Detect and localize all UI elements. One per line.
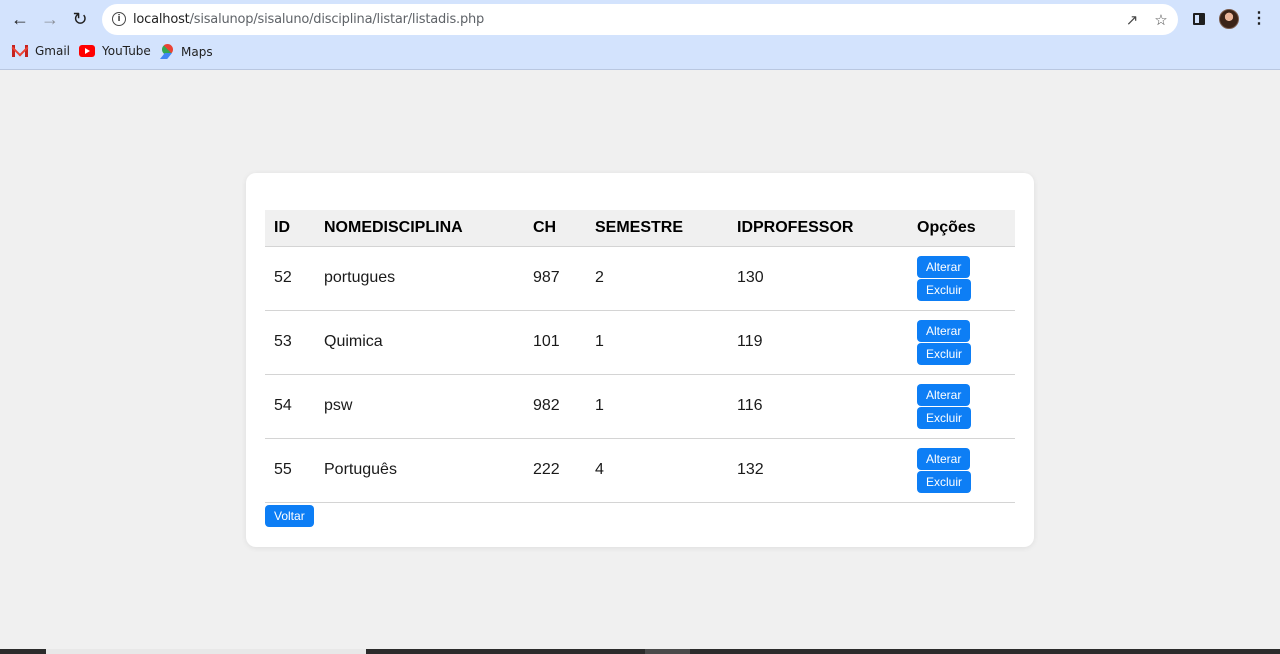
address-bar[interactable]: i localhost/sisalunop/sisaluno/disciplin… bbox=[102, 4, 1178, 35]
cell-idprofessor: 130 bbox=[728, 246, 908, 311]
excluir-button[interactable]: Excluir bbox=[917, 470, 972, 493]
header-ch: CH bbox=[524, 210, 586, 247]
url-host: localhost bbox=[133, 12, 190, 27]
arrow-right-icon: → bbox=[41, 8, 59, 29]
bookmark-gmail[interactable]: Gmail bbox=[12, 44, 70, 58]
cell-idprofessor: 119 bbox=[728, 310, 908, 375]
header-nomedisciplina: NOMEDISCIPLINA bbox=[315, 210, 524, 247]
alterar-button[interactable]: Alterar bbox=[917, 383, 971, 406]
table-row: 53 Quimica 101 1 119 Alterar Excluir bbox=[265, 310, 1015, 375]
arrow-left-icon: ← bbox=[11, 8, 29, 29]
kebab-menu-icon: ⋮ bbox=[1251, 10, 1267, 27]
cell-id: 54 bbox=[265, 374, 315, 439]
browser-chrome: ← → ↻ i localhost/sisalunop/sisaluno/dis… bbox=[0, 0, 1280, 70]
bookmark-star-icon[interactable]: ☆ bbox=[1153, 12, 1169, 29]
table-row: 55 Português 222 4 132 Alterar Excluir bbox=[265, 438, 1015, 503]
reload-icon: ↻ bbox=[72, 8, 88, 29]
cell-ch: 101 bbox=[524, 310, 586, 375]
cell-semestre: 2 bbox=[586, 246, 728, 311]
cell-nome: Quimica bbox=[315, 310, 524, 375]
side-panel-button[interactable] bbox=[1189, 9, 1209, 29]
reload-button[interactable]: ↻ bbox=[69, 8, 91, 30]
header-idprofessor: IDPROFESSOR bbox=[728, 210, 908, 247]
table-row: 52 portugues 987 2 130 Alterar Excluir bbox=[265, 246, 1015, 311]
bookmark-youtube[interactable]: YouTube bbox=[79, 44, 151, 58]
table-header-row: ID NOMEDISCIPLINA CH SEMESTRE IDPROFESSO… bbox=[265, 210, 1015, 247]
bookmark-label: Maps bbox=[181, 45, 213, 59]
avatar bbox=[1219, 9, 1239, 29]
youtube-icon bbox=[79, 45, 95, 57]
cell-semestre: 4 bbox=[586, 438, 728, 503]
profile-button[interactable] bbox=[1219, 9, 1239, 29]
cell-nome: portugues bbox=[315, 246, 524, 311]
header-opcoes: Opções bbox=[908, 210, 1015, 247]
cell-nome: Português bbox=[315, 438, 524, 503]
cell-ch: 987 bbox=[524, 246, 586, 311]
cell-ch: 982 bbox=[524, 374, 586, 439]
cell-options: Alterar Excluir bbox=[908, 246, 1015, 311]
cell-nome: psw bbox=[315, 374, 524, 439]
info-icon[interactable]: i bbox=[112, 12, 126, 26]
back-button[interactable]: ← bbox=[9, 8, 31, 30]
alterar-button[interactable]: Alterar bbox=[917, 447, 971, 470]
voltar-button[interactable]: Voltar bbox=[265, 505, 314, 527]
table-row: 54 psw 982 1 116 Alterar Excluir bbox=[265, 374, 1015, 439]
share-icon[interactable]: ↗ bbox=[1124, 12, 1140, 29]
maps-icon bbox=[159, 41, 176, 60]
bookmarks-bar: Gmail YouTube Maps bbox=[0, 40, 1280, 64]
disciplinas-table: ID NOMEDISCIPLINA CH SEMESTRE IDPROFESSO… bbox=[265, 210, 1015, 503]
cell-ch: 222 bbox=[524, 438, 586, 503]
forward-button[interactable]: → bbox=[39, 8, 61, 30]
cell-semestre: 1 bbox=[586, 310, 728, 375]
side-panel-icon bbox=[1193, 13, 1205, 25]
cell-id: 53 bbox=[265, 310, 315, 375]
alterar-button[interactable]: Alterar bbox=[917, 255, 971, 278]
bookmark-label: Gmail bbox=[35, 44, 71, 58]
header-id: ID bbox=[265, 210, 315, 247]
cell-options: Alterar Excluir bbox=[908, 310, 1015, 375]
header-semestre: SEMESTRE bbox=[586, 210, 728, 247]
url-path: /sisalunop/sisaluno/disciplina/listar/li… bbox=[189, 12, 485, 27]
cell-idprofessor: 132 bbox=[728, 438, 908, 503]
cell-id: 55 bbox=[265, 438, 315, 503]
gmail-icon bbox=[12, 45, 28, 57]
taskbar-active-app[interactable] bbox=[645, 649, 690, 654]
taskbar-search-box[interactable] bbox=[46, 649, 366, 654]
disciplinas-card: ID NOMEDISCIPLINA CH SEMESTRE IDPROFESSO… bbox=[246, 173, 1034, 547]
excluir-button[interactable]: Excluir bbox=[917, 406, 972, 429]
excluir-button[interactable]: Excluir bbox=[917, 342, 972, 365]
cell-semestre: 1 bbox=[586, 374, 728, 439]
taskbar bbox=[0, 649, 1280, 654]
cell-options: Alterar Excluir bbox=[908, 438, 1015, 503]
bookmark-label: YouTube bbox=[102, 44, 151, 58]
excluir-button[interactable]: Excluir bbox=[917, 278, 972, 301]
cell-idprofessor: 116 bbox=[728, 374, 908, 439]
bookmark-maps[interactable]: Maps bbox=[159, 41, 213, 60]
menu-button[interactable]: ⋮ bbox=[1249, 9, 1269, 29]
cell-options: Alterar Excluir bbox=[908, 374, 1015, 439]
alterar-button[interactable]: Alterar bbox=[917, 319, 971, 342]
url-text[interactable]: localhost/sisalunop/sisaluno/disciplina/… bbox=[133, 12, 484, 27]
cell-id: 52 bbox=[265, 246, 315, 311]
browser-toolbar: ← → ↻ i localhost/sisalunop/sisaluno/dis… bbox=[0, 0, 1280, 38]
